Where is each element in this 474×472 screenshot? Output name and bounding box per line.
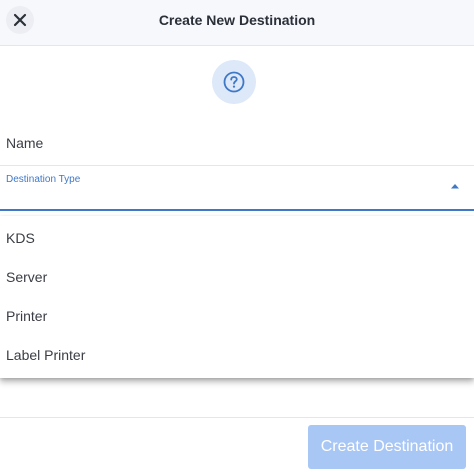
destination-type-menu: KDS Server Printer Label Printer bbox=[0, 216, 474, 378]
dialog-header: Create New Destination bbox=[0, 0, 474, 46]
caret-up-icon bbox=[451, 184, 459, 189]
option-printer[interactable]: Printer bbox=[0, 296, 474, 335]
name-field-label[interactable]: Name bbox=[6, 135, 43, 151]
create-destination-button[interactable]: Create Destination bbox=[308, 425, 466, 469]
destination-type-select[interactable]: Destination Type bbox=[0, 166, 474, 211]
footer-divider bbox=[0, 417, 474, 418]
help-button[interactable] bbox=[212, 60, 256, 104]
destination-type-label: Destination Type bbox=[6, 174, 81, 185]
question-circle-icon bbox=[223, 71, 245, 93]
dialog-title: Create New Destination bbox=[158, 12, 316, 28]
option-label-printer[interactable]: Label Printer bbox=[0, 335, 474, 374]
option-kds[interactable]: KDS bbox=[0, 218, 474, 257]
option-server[interactable]: Server bbox=[0, 257, 474, 296]
